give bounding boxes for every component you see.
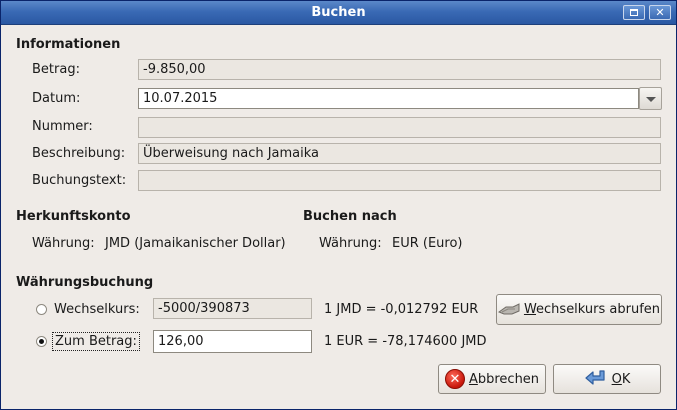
buchungstext-label: Buchungstext: xyxy=(32,173,127,188)
herkunft-waehrung-label: Währung: xyxy=(32,236,95,251)
informationen-heading: Informationen xyxy=(16,37,121,52)
exchange-icon xyxy=(497,302,520,317)
wechselkurs-radio[interactable] xyxy=(36,304,47,315)
buchungstext-field[interactable] xyxy=(138,170,661,191)
ziel-waehrung-value: EUR (Euro) xyxy=(392,236,463,251)
herkunftskonto-heading: Herkunftskonto xyxy=(16,209,131,224)
title-bar[interactable]: Buchen ✕ xyxy=(1,1,676,25)
beschreibung-label: Beschreibung: xyxy=(32,146,126,161)
zum-betrag-label: Zum Betrag: xyxy=(55,334,137,349)
zum-betrag-focus[interactable]: Zum Betrag: xyxy=(52,332,140,351)
betrag-field[interactable]: -9.850,00 xyxy=(138,59,661,80)
ok-mnemonic: O xyxy=(611,371,622,387)
ok-label: K xyxy=(621,371,631,387)
betrag-label: Betrag: xyxy=(32,62,80,77)
datum-field[interactable]: 10.07.2015 xyxy=(138,88,639,109)
maximize-icon xyxy=(630,9,638,16)
close-button[interactable]: ✕ xyxy=(649,5,671,20)
ziel-waehrung-label: Währung: xyxy=(319,236,382,251)
abrufen-label: echselkurs abrufen xyxy=(536,302,661,317)
nummer-field[interactable] xyxy=(138,117,661,138)
nummer-label: Nummer: xyxy=(32,119,93,134)
abbrechen-label: bbrechen xyxy=(477,371,540,387)
close-icon: ✕ xyxy=(655,6,665,19)
datum-dropdown-button[interactable] xyxy=(639,87,662,110)
buchen-nach-heading: Buchen nach xyxy=(303,209,397,224)
maximize-button[interactable] xyxy=(623,5,645,20)
buchen-dialog: Buchen ✕ Informationen Betrag: -9.850,00… xyxy=(0,0,677,410)
zum-betrag-info: 1 EUR = -78,174600 JMD xyxy=(324,334,487,349)
wechselkurs-field[interactable]: -5000/390873 xyxy=(153,298,312,319)
beschreibung-field[interactable]: Überweisung nach Jamaika xyxy=(138,143,661,164)
window-title: Buchen xyxy=(311,5,366,20)
abbrechen-button[interactable]: ✕ Abbrechen xyxy=(438,364,546,394)
ok-button[interactable]: OK xyxy=(553,364,661,394)
abbrechen-mnemonic: A xyxy=(468,371,478,387)
zum-betrag-radio[interactable] xyxy=(36,336,47,347)
waehrungsbuchung-heading: Währungsbuchung xyxy=(16,275,154,290)
abrufen-mnemonic: W xyxy=(523,302,537,317)
zum-betrag-field[interactable]: 126,00 xyxy=(153,330,312,353)
wechselkurs-abrufen-button[interactable]: Wechselkurs abrufen xyxy=(496,294,662,325)
datum-label: Datum: xyxy=(32,91,81,106)
cancel-icon: ✕ xyxy=(444,369,465,389)
ok-arrow-icon xyxy=(584,369,608,389)
wechselkurs-info: 1 JMD = -0,012792 EUR xyxy=(324,302,479,317)
chevron-down-icon xyxy=(646,97,656,102)
wechselkurs-label[interactable]: Wechselkurs: xyxy=(54,302,140,317)
herkunft-waehrung-value: JMD (Jamaikanischer Dollar) xyxy=(105,236,286,251)
